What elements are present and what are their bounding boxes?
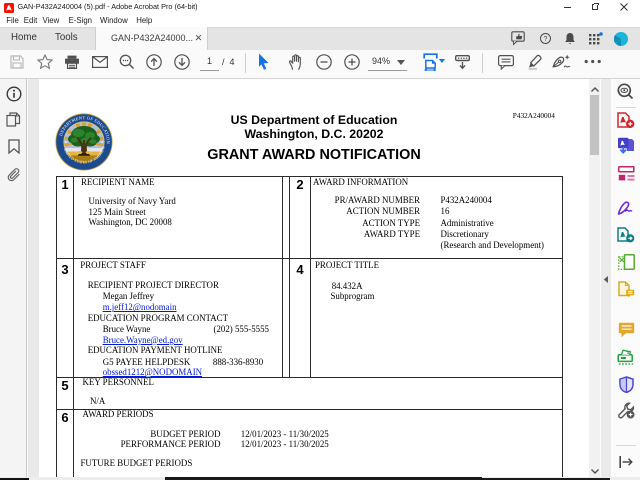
svg-text:?: ?: [544, 36, 548, 43]
